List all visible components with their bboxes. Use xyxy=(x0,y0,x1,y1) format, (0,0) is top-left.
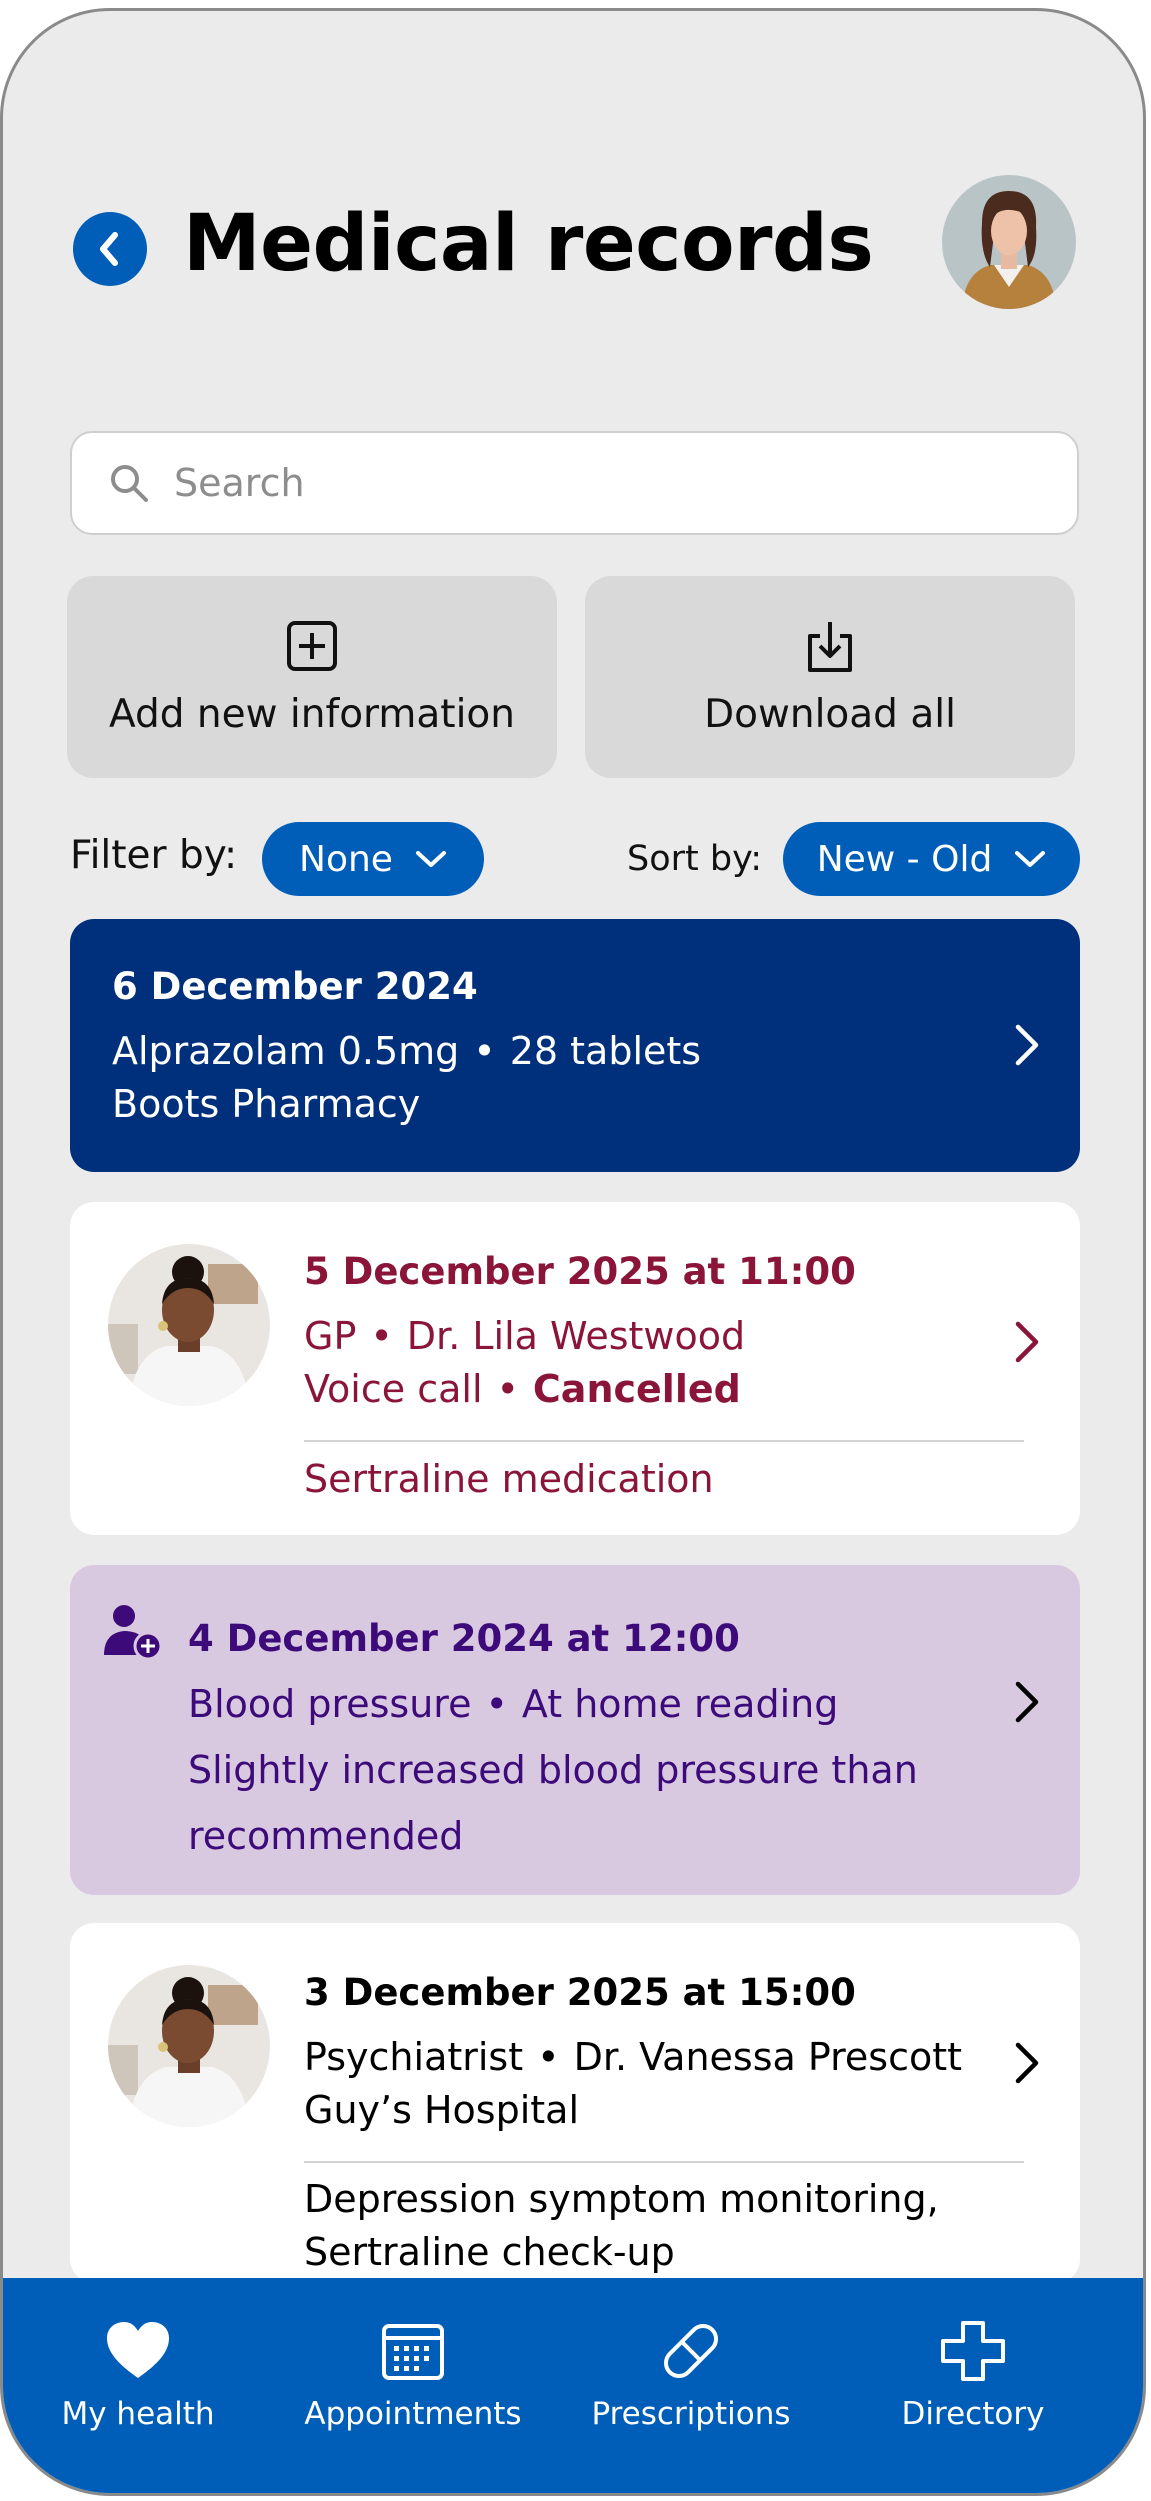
pharmacy-name: Boots Pharmacy xyxy=(112,1082,421,1126)
search-input[interactable] xyxy=(172,460,976,506)
sort-dropdown[interactable]: New - Old xyxy=(783,822,1080,896)
divider xyxy=(304,2161,1024,2163)
reading-source: At home reading xyxy=(521,1682,839,1726)
heart-icon xyxy=(107,2322,169,2378)
plus-square-icon xyxy=(287,621,337,671)
record-note: Depression symptom monitoring, Sertralin… xyxy=(304,2177,939,2274)
nav-label: Prescriptions xyxy=(591,2396,791,2432)
calendar-icon xyxy=(382,2324,444,2380)
record-details: Blood pressure • At home reading xyxy=(188,1682,839,1726)
practitioner-type: Psychiatrist xyxy=(304,2035,524,2079)
record-details: Psychiatrist • Dr. Vanessa Prescott xyxy=(304,2035,963,2079)
medication-name: Alprazolam 0.5mg xyxy=(112,1029,460,1073)
chevron-left-icon xyxy=(100,232,118,266)
phone-frame: Medical records Add new information xyxy=(0,8,1146,2496)
nav-label: Directory xyxy=(901,2396,1045,2432)
pill-icon xyxy=(663,2323,719,2379)
filter-dropdown[interactable]: None xyxy=(262,822,484,896)
record-date: 6 December 2024 xyxy=(112,965,478,1008)
chevron-down-icon xyxy=(1015,851,1046,867)
practitioner-name: Dr. Lila Westwood xyxy=(406,1314,746,1358)
practitioner-name: Dr. Vanessa Prescott xyxy=(573,2035,963,2079)
divider xyxy=(304,1440,1024,1442)
record-card-psychiatrist[interactable]: 3 December 2025 at 15:00 Psychiatrist • Dr… xyxy=(70,1923,1080,2283)
location-name: Guy’s Hospital xyxy=(304,2088,580,2132)
search-icon xyxy=(111,465,148,502)
nav-item-my-health[interactable]: My health xyxy=(61,2320,215,2432)
back-button[interactable] xyxy=(73,212,147,286)
chevron-right-icon xyxy=(1015,1024,1039,1066)
add-new-information-button[interactable]: Add new information xyxy=(67,576,557,778)
filter-value: None xyxy=(299,838,393,880)
doctor-avatar xyxy=(108,1244,270,1406)
appointment-type: Voice call xyxy=(304,1367,483,1411)
page-title: Medical records xyxy=(183,199,874,289)
medication-quantity: 28 tablets xyxy=(509,1029,702,1073)
search-bar[interactable] xyxy=(70,431,1079,535)
chevron-down-icon xyxy=(415,851,446,867)
chevron-right-icon xyxy=(1015,2042,1039,2084)
nav-label: My health xyxy=(61,2396,215,2432)
record-details: Alprazolam 0.5mg • 28 tablets xyxy=(112,1029,702,1073)
appointment-status: Voice call • Cancelled xyxy=(304,1367,741,1411)
record-note: Sertraline medication xyxy=(304,1457,714,1501)
chevron-right-icon xyxy=(1015,1321,1039,1363)
sort-label: Sort by: xyxy=(627,839,763,879)
doctor-avatar xyxy=(108,1965,270,2127)
nav-item-prescriptions[interactable]: Prescriptions xyxy=(591,2320,791,2432)
reading-type: Blood pressure xyxy=(188,1682,472,1726)
reading-summary: Slightly increased blood pressure than r… xyxy=(188,1748,918,1858)
record-date: 5 December 2025 at 11:00 xyxy=(304,1250,856,1293)
sort-value: New - Old xyxy=(816,838,993,880)
add-new-information-label: Add new information xyxy=(109,692,515,737)
record-date: 3 December 2025 at 15:00 xyxy=(304,1971,856,2014)
practitioner-type: GP xyxy=(304,1314,357,1358)
bottom-navigation: My health Appointments Prescriptions Dir… xyxy=(3,2278,1143,2493)
record-details: GP • Dr. Lila Westwood xyxy=(304,1314,746,1358)
download-icon xyxy=(808,622,852,672)
record-card-blood-pressure[interactable]: 4 December 2024 at 12:00 Blood pressure •… xyxy=(70,1565,1080,1895)
nav-label: Appointments xyxy=(304,2396,522,2432)
medical-cross-icon xyxy=(941,2321,1005,2381)
record-date: 4 December 2024 at 12:00 xyxy=(188,1617,740,1660)
record-card-gp-appointment[interactable]: 5 December 2025 at 11:00 GP • Dr. Lila Wes… xyxy=(70,1202,1080,1535)
nav-item-appointments[interactable]: Appointments xyxy=(303,2320,523,2432)
record-card-prescription[interactable]: 6 December 2024 Alprazolam 0.5mg • 28 tabl… xyxy=(70,919,1080,1172)
nav-item-directory[interactable]: Directory xyxy=(893,2320,1053,2432)
filter-label: Filter by: xyxy=(70,833,238,878)
user-avatar[interactable] xyxy=(942,175,1076,309)
status-badge: Cancelled xyxy=(532,1367,741,1411)
chevron-right-icon xyxy=(1015,1681,1039,1723)
download-all-label: Download all xyxy=(704,692,956,737)
add-user-icon xyxy=(104,1605,163,1661)
download-all-button[interactable]: Download all xyxy=(585,576,1075,778)
